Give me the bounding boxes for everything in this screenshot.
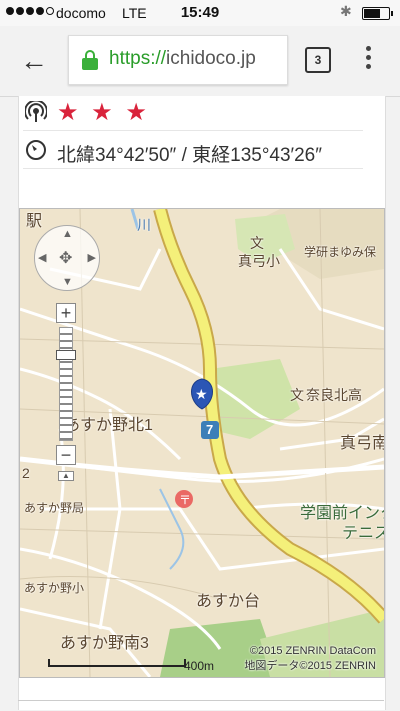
map-label-asukano-minami: あすか野南3 [60,635,149,652]
map-label-asukadai: あすか台 [196,593,261,610]
map-scale-label: 400m [184,659,215,673]
url-text[interactable]: https://ichidoco.jp [109,48,256,70]
back-arrow-icon[interactable]: ← [18,46,50,78]
map-label-tennis: テニス [342,525,384,542]
map-view[interactable]: 〒 ★ 駅 川 文 真弓小 学研まゆみ保 文 奈良北高 あすか野北1 真弓南 7… [19,208,385,678]
map-label-narakita-high: 奈良北高 [306,387,362,403]
battery-icon [362,7,393,20]
map-scale-bar [48,659,186,667]
map-label-eki: 駅 [26,213,43,230]
map-label-asukano-elem: あすか野小 [24,581,85,595]
pan-left-icon[interactable]: ◀ [38,251,46,264]
url-host: ichidoco.jp [166,48,256,69]
rating-stars: ★ ★ ★ [57,99,150,126]
map-label-mayumi-elem: 真弓小 [238,253,280,269]
lock-icon [81,50,99,70]
zoom-out-button[interactable]: − [56,445,76,465]
rating-row: ★ ★ ★ [23,96,363,131]
address-bar[interactable]: https://ichidoco.jp [68,35,288,85]
zoom-in-button[interactable]: + [56,303,76,323]
map-label-asukano-post: あすか野局 [24,501,85,515]
bluetooth-icon: ✱ [340,3,352,19]
svg-text:〒: 〒 [179,493,191,507]
coordinates-row: 北緯34°42′50″ / 東経135°43′26″ [23,134,363,169]
school-icon: 文 [250,235,264,251]
map-copyright-datacom: ©2015 ZENRIN DataCom [249,645,376,657]
zoom-reset-icon[interactable]: ▲ [58,471,74,481]
tab-switcher-button[interactable]: 3 [305,47,331,73]
map-label-left-edge: 2 [22,465,30,481]
map-pan-control[interactable]: ▲ ▼ ◀ ▶ ✥ [34,225,100,291]
zoom-control: + − ▲ [56,303,76,481]
school-icon: 文 [290,387,304,403]
next-card-edge [18,700,384,711]
map-label-mayumi-minami: 真弓南 [340,435,385,452]
pan-up-icon[interactable]: ▲ [62,228,73,240]
pan-center-icon[interactable]: ✥ [59,248,72,268]
zoom-slider-knob[interactable] [56,350,76,360]
map-label-kawa: 川 [137,217,151,233]
pan-down-icon[interactable]: ▼ [62,276,73,288]
route-number: 7 [206,422,214,437]
coordinates-text: 北緯34°42′50″ / 東経135°43′26″ [57,145,322,166]
pan-right-icon[interactable]: ▶ [88,251,96,264]
svg-text:★: ★ [195,387,208,403]
url-scheme: https:// [109,48,167,69]
browser-toolbar: ← https://ichidoco.jp 3 [0,26,400,97]
overflow-menu-icon[interactable] [366,46,372,72]
map-label-asukano-kita: あすか野北1 [64,417,153,434]
spot-detail-card: ★ ★ ★ 北緯34°42′50″ / 東経135°43′26″ 〒 ★ 駅 川… [18,96,386,710]
zoom-slider[interactable] [56,327,76,441]
signal-broadcast-icon [25,101,47,122]
map-label-gakken: 学研まゆみ保 [304,245,377,259]
status-bar: docomo LTE 15:49 ✱ [0,0,400,26]
compass-icon [26,140,46,160]
map-copyright-zenrin: 地図データ©2015 ZENRIN [244,660,376,672]
